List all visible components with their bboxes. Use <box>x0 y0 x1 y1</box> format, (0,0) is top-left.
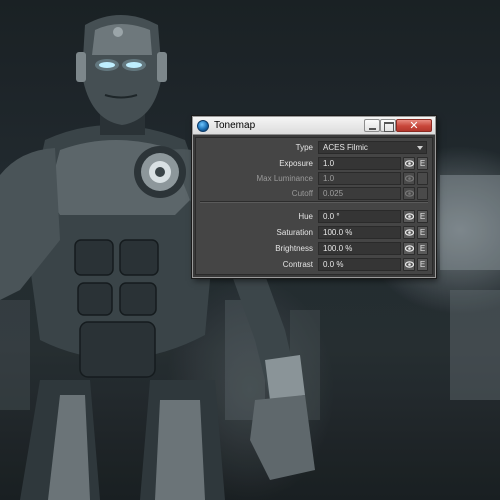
cutoff-row: Cutoff 0.025 <box>196 187 432 201</box>
close-button[interactable]: ✕ <box>396 119 432 132</box>
tonemap-dialog: Tonemap ✕ Type ACES Filmic Exposure 1.0 … <box>192 116 436 278</box>
chevron-down-icon <box>417 146 423 150</box>
brightness-input[interactable]: 100.0 % <box>318 242 401 255</box>
max-luminance-label: Max Luminance <box>256 174 313 183</box>
cutoff-envelope-button <box>403 187 415 200</box>
eye-icon <box>405 160 414 167</box>
close-icon: ✕ <box>409 119 419 132</box>
lightwave-app-icon <box>197 120 209 132</box>
contrast-input[interactable]: 0.0 % <box>318 258 401 271</box>
brightness-label: Brightness <box>275 244 313 253</box>
max-luminance-envelope-button <box>403 172 415 185</box>
type-select[interactable]: ACES Filmic <box>318 141 427 154</box>
tonemap-panel: Type ACES Filmic Exposure 1.0 E Max Lumi… <box>195 137 433 275</box>
maximize-button[interactable] <box>380 119 396 132</box>
saturation-label: Saturation <box>276 228 313 237</box>
eye-icon <box>405 261 414 268</box>
brightness-e-button[interactable]: E <box>417 242 428 255</box>
contrast-label: Contrast <box>282 260 313 269</box>
contrast-row: Contrast 0.0 % E <box>196 258 432 272</box>
hue-row: Hue 0.0 ° E <box>196 210 432 224</box>
saturation-envelope-button[interactable] <box>403 226 415 239</box>
saturation-row: Saturation 100.0 % E <box>196 226 432 240</box>
exposure-input[interactable]: 1.0 <box>318 157 401 170</box>
eye-icon <box>405 229 414 236</box>
saturation-e-button[interactable]: E <box>417 226 428 239</box>
contrast-e-button[interactable]: E <box>417 258 428 271</box>
exposure-e-button[interactable]: E <box>417 157 428 170</box>
brightness-envelope-button[interactable] <box>403 242 415 255</box>
exposure-envelope-button[interactable] <box>403 157 415 170</box>
exposure-row: Exposure 1.0 E <box>196 157 432 171</box>
saturation-input[interactable]: 100.0 % <box>318 226 401 239</box>
max-luminance-input: 1.0 <box>318 172 401 185</box>
title-bar[interactable]: Tonemap ✕ <box>193 117 435 135</box>
contrast-envelope-button[interactable] <box>403 258 415 271</box>
eye-icon <box>405 245 414 252</box>
minimize-button[interactable] <box>364 119 380 132</box>
max-luminance-e-button <box>417 172 428 185</box>
eye-icon <box>405 175 414 182</box>
max-luminance-row: Max Luminance 1.0 <box>196 172 432 186</box>
cutoff-input: 0.025 <box>318 187 401 200</box>
type-label: Type <box>295 143 313 152</box>
exposure-label: Exposure <box>279 159 313 168</box>
hue-input[interactable]: 0.0 ° <box>318 210 401 223</box>
hue-label: Hue <box>298 212 313 221</box>
window-title: Tonemap <box>214 120 256 131</box>
eye-icon <box>405 190 414 197</box>
type-value: ACES Filmic <box>323 143 368 152</box>
section-divider <box>200 201 428 203</box>
hue-envelope-button[interactable] <box>403 210 415 223</box>
type-row: Type ACES Filmic <box>196 141 432 155</box>
eye-icon <box>405 213 414 220</box>
cutoff-e-button <box>417 187 428 200</box>
brightness-row: Brightness 100.0 % E <box>196 242 432 256</box>
hue-e-button[interactable]: E <box>417 210 428 223</box>
cutoff-label: Cutoff <box>291 189 313 198</box>
